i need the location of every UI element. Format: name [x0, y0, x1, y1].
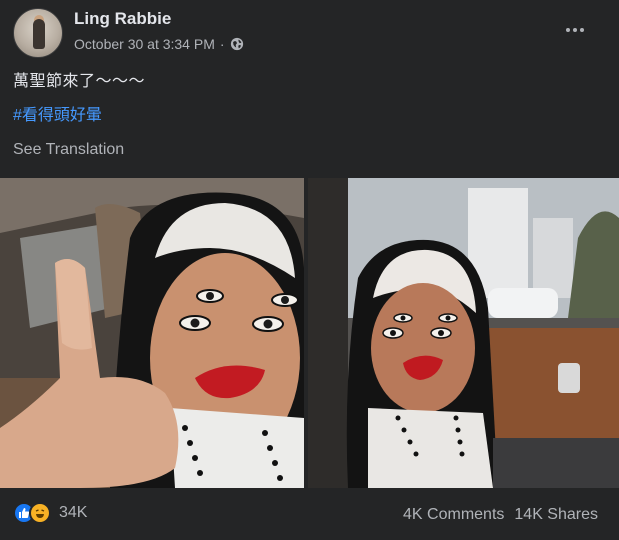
comments-count-link[interactable]: 4K Comments — [403, 506, 504, 524]
more-dot-icon — [573, 28, 577, 32]
photo-left-illustration — [0, 178, 304, 488]
haha-icon — [29, 502, 51, 524]
post-header: Ling Rabbie October 30 at 3:34 PM · — [0, 0, 619, 62]
avatar[interactable] — [13, 8, 63, 58]
author-name[interactable]: Ling Rabbie — [74, 9, 171, 29]
reaction-summary[interactable]: 34K — [13, 502, 87, 524]
photo-right-illustration — [308, 178, 619, 488]
post-card: Ling Rabbie October 30 at 3:34 PM · 萬聖節來… — [0, 0, 619, 540]
post-meta: October 30 at 3:34 PM · — [74, 36, 244, 52]
more-options-button[interactable] — [561, 18, 589, 42]
meta-separator: · — [219, 36, 225, 52]
globe-icon[interactable] — [230, 37, 244, 51]
timestamp[interactable]: October 30 at 3:34 PM — [74, 36, 215, 52]
photo-left[interactable] — [0, 178, 304, 488]
hashtag-link[interactable]: #看得頭好暈 — [13, 101, 102, 125]
see-translation-link[interactable]: See Translation — [13, 141, 124, 159]
photo-right[interactable] — [308, 178, 619, 488]
engagement-stats: 4K Comments 14K Shares — [403, 506, 598, 524]
post-text: 萬聖節來了～～～ — [13, 73, 146, 90]
shares-count-link[interactable]: 14K Shares — [514, 506, 598, 524]
reaction-count: 34K — [59, 504, 88, 521]
more-dot-icon — [580, 28, 584, 32]
avatar-figure-body — [33, 19, 45, 49]
more-dot-icon — [566, 28, 570, 32]
